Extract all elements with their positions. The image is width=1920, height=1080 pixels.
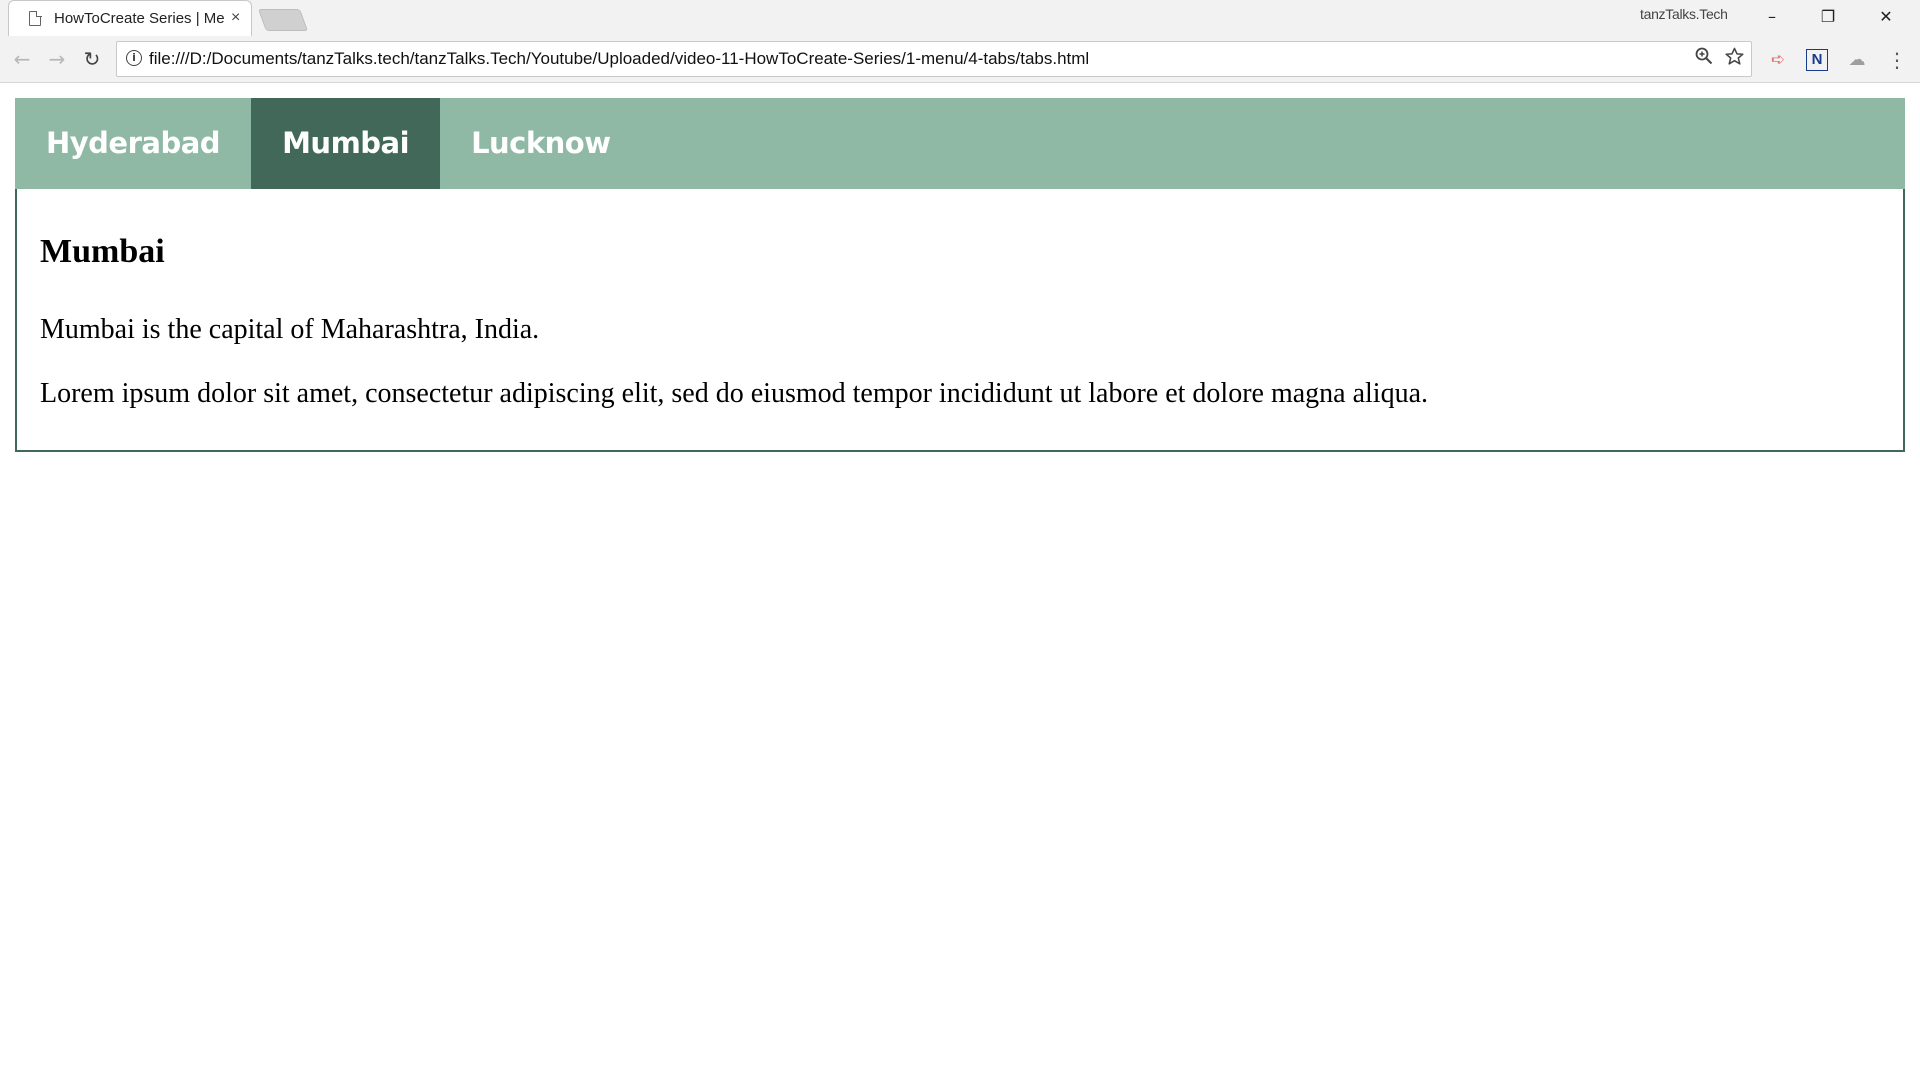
address-bar[interactable]: i file:///D:/Documents/tanzTalks.tech/ta… <box>116 41 1752 77</box>
content-heading: Mumbai <box>40 233 165 270</box>
toolbar: ← → ↻ i file:///D:/Documents/tanzTalks.t… <box>0 36 1920 82</box>
menu-icon[interactable]: ⋮ <box>1886 49 1908 71</box>
minimize-button[interactable]: – <box>1752 4 1792 30</box>
browser-tab[interactable]: HowToCreate Series | Me × <box>8 0 252 36</box>
page-viewport: Hyderabad Mumbai Lucknow Mumbai Mumbai i… <box>0 83 1920 1080</box>
new-tab-button[interactable] <box>257 9 309 31</box>
tab-strip: HowToCreate Series | Me × tanzTalks.Tech… <box>0 0 1920 36</box>
content-paragraph-2: Lorem ipsum dolor sit amet, consectetur … <box>40 378 1428 409</box>
url-text[interactable]: file:///D:/Documents/tanzTalks.tech/tanz… <box>149 49 1089 69</box>
back-button[interactable]: ← <box>8 45 36 73</box>
tab-content-panel: Mumbai Mumbai is the capital of Maharash… <box>15 189 1905 452</box>
browser-chrome: HowToCreate Series | Me × tanzTalks.Tech… <box>0 0 1920 83</box>
red-arrow-icon[interactable]: ➪ <box>1767 49 1789 71</box>
city-tabs-bar: Hyderabad Mumbai Lucknow <box>15 98 1905 189</box>
close-window-button[interactable]: ✕ <box>1866 4 1906 30</box>
magnifier-icon[interactable] <box>1695 47 1713 70</box>
forward-button[interactable]: → <box>43 45 71 73</box>
reload-button[interactable]: ↻ <box>78 45 106 73</box>
close-tab-icon[interactable]: × <box>231 8 240 28</box>
tab-hyderabad[interactable]: Hyderabad <box>15 98 251 189</box>
tab-lucknow[interactable]: Lucknow <box>440 98 641 189</box>
cloud-extension-icon[interactable]: ☁ <box>1846 49 1868 71</box>
page-icon <box>29 10 42 26</box>
n-extension-icon[interactable]: N <box>1806 49 1828 71</box>
info-icon[interactable]: i <box>126 50 142 66</box>
profile-name[interactable]: tanzTalks.Tech <box>1640 6 1728 22</box>
restore-button[interactable]: ❐ <box>1808 4 1848 30</box>
browser-tab-title: HowToCreate Series | Me <box>54 10 225 27</box>
content-paragraph-1: Mumbai is the capital of Maharashtra, In… <box>40 314 540 345</box>
tab-mumbai[interactable]: Mumbai <box>251 98 441 189</box>
star-icon[interactable] <box>1725 47 1744 71</box>
